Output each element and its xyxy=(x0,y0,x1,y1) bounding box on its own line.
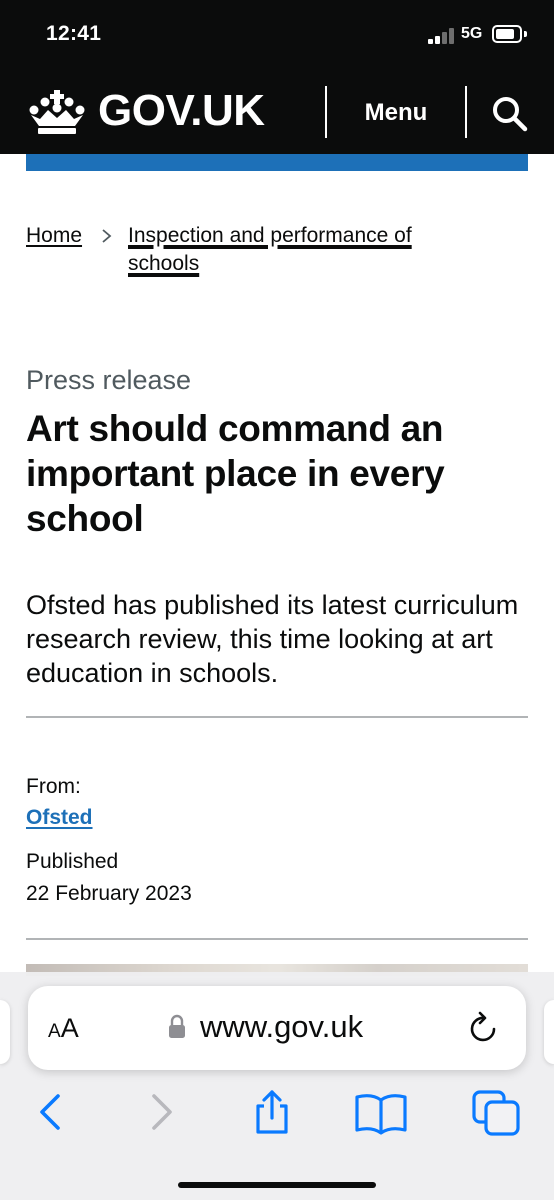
previous-tab-edge[interactable] xyxy=(0,1000,10,1064)
header-accent-bar xyxy=(26,154,528,171)
tabs-icon[interactable] xyxy=(470,1088,522,1136)
status-time: 12:41 xyxy=(46,22,102,45)
home-indicator[interactable] xyxy=(178,1182,376,1188)
govuk-header: GOV.UK Menu xyxy=(0,72,554,154)
forward-icon[interactable] xyxy=(140,1088,184,1136)
breadcrumb-inspection-link[interactable]: Inspection and performance of schools xyxy=(128,222,488,278)
page-title: Art should command an important place in… xyxy=(26,408,445,539)
crown-icon[interactable] xyxy=(26,88,88,136)
reload-icon[interactable] xyxy=(468,1011,500,1045)
next-tab-edge[interactable] xyxy=(544,1000,554,1064)
address-bar[interactable]: AA www.gov.uk xyxy=(28,986,526,1070)
network-type: 5G xyxy=(461,25,483,42)
govuk-logo-text[interactable]: GOV.UK xyxy=(98,82,265,140)
cellular-signal-icon xyxy=(428,28,454,44)
header-divider xyxy=(465,86,467,138)
menu-button[interactable]: Menu xyxy=(340,94,452,132)
chevron-right-icon xyxy=(102,229,112,243)
organisation-link-ofsted[interactable]: Ofsted xyxy=(26,804,93,832)
from-label: From: xyxy=(26,775,81,798)
breadcrumb-home-link[interactable]: Home xyxy=(26,222,82,250)
document-type-caption: Press release xyxy=(26,365,192,395)
battery-icon xyxy=(492,25,522,43)
url-text[interactable]: www.gov.uk xyxy=(200,1007,363,1047)
lock-icon xyxy=(169,1014,185,1038)
section-divider xyxy=(26,938,528,940)
section-divider xyxy=(26,716,528,718)
battery-tip xyxy=(524,31,527,37)
header-divider xyxy=(325,86,327,138)
published-label: Published xyxy=(26,850,119,873)
share-icon[interactable] xyxy=(250,1088,294,1136)
search-icon[interactable] xyxy=(490,94,528,132)
bookmarks-icon[interactable] xyxy=(354,1088,408,1136)
status-bar: 12:41 5G xyxy=(0,0,554,72)
back-icon[interactable] xyxy=(28,1088,72,1136)
lead-paragraph: Ofsted has published its latest curricul… xyxy=(26,590,519,688)
text-size-button[interactable]: AA xyxy=(48,1010,79,1046)
published-date: 22 February 2023 xyxy=(26,882,192,905)
